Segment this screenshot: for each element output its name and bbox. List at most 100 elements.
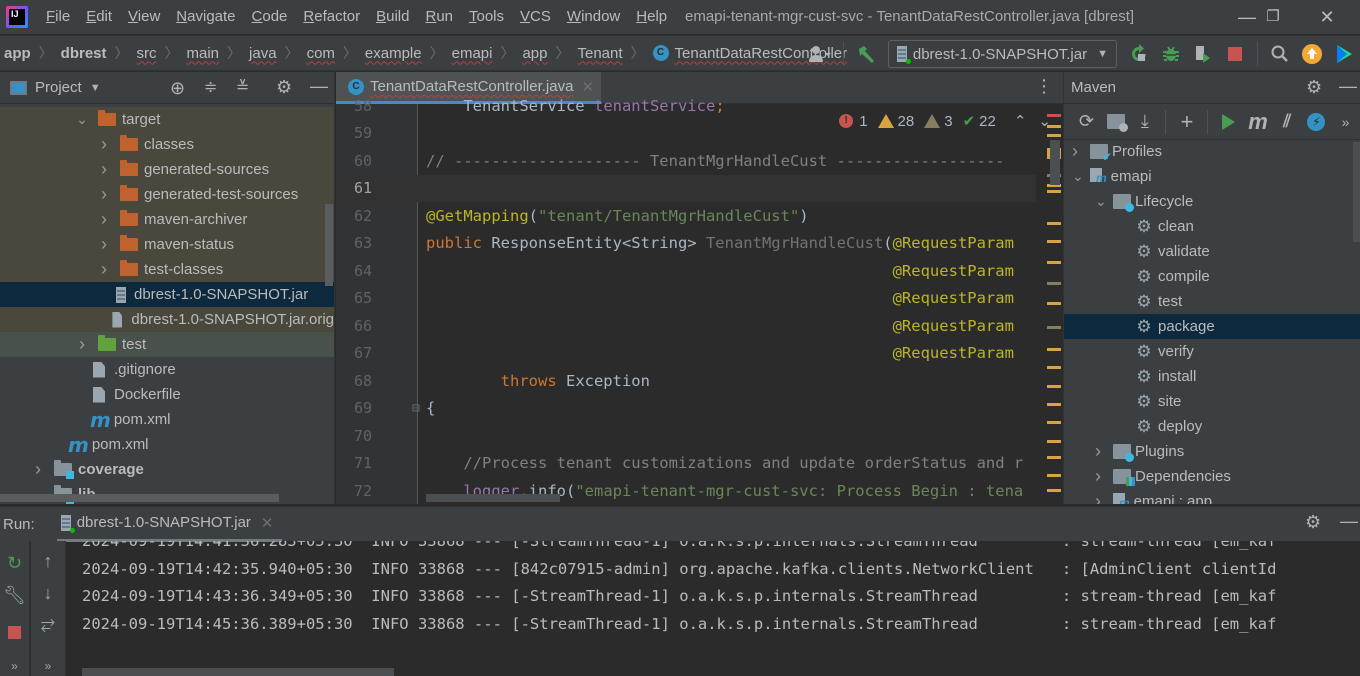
menu-view[interactable]: View xyxy=(120,0,168,34)
error-stripe-mark[interactable] xyxy=(1047,348,1061,352)
error-stripe-mark[interactable] xyxy=(1047,456,1061,460)
skip-tests-icon[interactable]: ⚡ xyxy=(1304,108,1329,136)
search-icon[interactable] xyxy=(1266,40,1294,68)
breadcrumb-item[interactable]: src xyxy=(137,45,157,62)
breadcrumb-item[interactable]: main xyxy=(187,45,220,62)
error-stripe-mark[interactable] xyxy=(1047,124,1061,128)
maven-tree-item[interactable]: › m emapi : app xyxy=(1064,489,1360,504)
menu-help[interactable]: Help xyxy=(628,0,675,34)
view-dropdown-icon[interactable]: ▼ xyxy=(90,82,101,94)
more-actions-icon[interactable]: » xyxy=(0,659,29,673)
tab-options-icon[interactable]: ⋮ xyxy=(1035,76,1053,97)
tree-item[interactable]: › classes xyxy=(0,132,334,157)
breadcrumb-item[interactable]: emapi xyxy=(452,45,493,62)
breadcrumb-item[interactable]: dbrest xyxy=(61,45,107,62)
project-vertical-scrollbar[interactable] xyxy=(325,204,333,286)
maven-tree-item[interactable]: ⚙ test xyxy=(1064,289,1360,314)
tree-item[interactable]: dbrest-1.0-SNAPSHOT.jar.orig xyxy=(0,307,334,332)
tree-item[interactable]: › test xyxy=(0,332,334,357)
code-area[interactable]: 58 TenantService tenantService; 59 60 // --… xyxy=(336,97,1063,504)
download-icon[interactable]: ⤓ xyxy=(1132,108,1157,136)
maven-tree-item[interactable]: ⚙ package xyxy=(1064,314,1360,339)
error-stripe-mark[interactable] xyxy=(1047,440,1061,443)
chevron-right-icon[interactable]: › xyxy=(96,259,112,280)
run-configuration-selector[interactable]: dbrest-1.0-SNAPSHOT.jar ▼ xyxy=(887,40,1117,68)
tree-item[interactable]: .gitignore xyxy=(0,357,334,382)
error-stripe-mark[interactable] xyxy=(1047,222,1061,226)
hide-panel-icon[interactable]: — xyxy=(1339,76,1357,97)
menu-navigate[interactable]: Navigate xyxy=(168,0,243,34)
error-stripe-mark[interactable] xyxy=(1047,403,1061,406)
menu-tools[interactable]: Tools xyxy=(461,0,512,34)
chevron-right-icon[interactable]: › xyxy=(1072,141,1090,162)
error-stripe-mark[interactable] xyxy=(1047,474,1061,478)
error-stripe-mark[interactable] xyxy=(1047,133,1061,137)
tree-item[interactable]: › maven-status xyxy=(0,232,334,257)
breadcrumb-item[interactable]: app xyxy=(522,45,547,62)
chevron-right-icon[interactable]: › xyxy=(96,159,112,180)
generate-sources-icon[interactable] xyxy=(1103,108,1128,136)
maven-vertical-scrollbar[interactable] xyxy=(1353,142,1360,242)
maven-tree-item[interactable]: ⚙ verify xyxy=(1064,339,1360,364)
error-stripe-mark[interactable] xyxy=(1047,385,1061,389)
maven-tree-item[interactable]: › Dependencies xyxy=(1064,464,1360,489)
maven-tree-item[interactable]: ⌄ Lifecycle xyxy=(1064,189,1360,214)
typo-count[interactable]: ✔ 22 xyxy=(963,112,996,131)
fold-marker-icon[interactable]: ⊟ xyxy=(412,401,420,416)
settings-gear-icon[interactable]: ⚙ xyxy=(1306,77,1322,98)
soft-wrap-icon[interactable]: ⥂ xyxy=(31,613,65,634)
project-horizontal-scrollbar[interactable] xyxy=(0,494,279,502)
breadcrumb-item[interactable]: app xyxy=(4,45,31,62)
menu-file[interactable]: File xyxy=(38,0,78,34)
execute-maven-goal-icon[interactable]: m xyxy=(1245,108,1270,136)
close-window-button[interactable]: ✕ xyxy=(1304,0,1350,34)
run-tab[interactable]: dbrest-1.0-SNAPSHOT.jar ✕ xyxy=(56,507,282,542)
menu-refactor[interactable]: Refactor xyxy=(295,0,368,34)
maven-tree-item[interactable]: › ✔ Profiles xyxy=(1064,139,1360,164)
error-stripe[interactable] xyxy=(1045,104,1063,504)
menu-vcs[interactable]: VCS xyxy=(512,0,559,34)
add-icon[interactable]: + xyxy=(1174,108,1199,136)
tree-item[interactable]: Dockerfile xyxy=(0,382,334,407)
chevron-right-icon[interactable]: › xyxy=(96,134,112,155)
error-stripe-mark[interactable] xyxy=(1047,260,1061,264)
build-hammer-icon[interactable] xyxy=(852,40,880,68)
breadcrumb-item[interactable]: example xyxy=(365,45,422,62)
chevron-right-icon[interactable]: › xyxy=(30,459,46,480)
menu-build[interactable]: Build xyxy=(368,0,417,34)
tree-item[interactable]: › coverage xyxy=(0,457,334,482)
settings-gear-icon[interactable]: ⚙ xyxy=(1305,512,1321,533)
chevron-down-icon[interactable]: ⌄ xyxy=(74,111,90,128)
error-stripe-mark[interactable] xyxy=(1047,240,1061,244)
breadcrumb-item[interactable]: com xyxy=(307,45,335,62)
tree-item[interactable]: › test-classes xyxy=(0,257,334,282)
console-horizontal-scrollbar[interactable] xyxy=(82,668,394,676)
chevron-right-icon[interactable]: › xyxy=(1095,466,1113,487)
debug-icon[interactable] xyxy=(1157,40,1185,68)
hide-panel-icon[interactable]: — xyxy=(1340,511,1358,532)
chevron-right-icon[interactable]: › xyxy=(96,209,112,230)
menu-run[interactable]: Run xyxy=(417,0,461,34)
scroll-down-arrow-icon[interactable]: ↓ xyxy=(31,583,65,604)
rerun-icon[interactable]: ↻ xyxy=(0,553,29,574)
breadcrumb-item[interactable]: Tenant xyxy=(578,45,623,62)
menu-window[interactable]: Window xyxy=(559,0,628,34)
maven-tree-item[interactable]: ⚙ install xyxy=(1064,364,1360,389)
maven-tree-item[interactable]: ⚙ clean xyxy=(1064,214,1360,239)
error-stripe-mark[interactable] xyxy=(1047,488,1061,492)
error-stripe-mark[interactable] xyxy=(1047,420,1061,424)
inspection-widget[interactable]: ! 1 28 3 ✔ 22 ⌃ ⌄ xyxy=(839,112,1051,130)
error-stripe-mark[interactable] xyxy=(1047,281,1061,285)
maven-tree-item[interactable]: › Plugins xyxy=(1064,439,1360,464)
console-output[interactable]: 2024-09-19T14:41:36.283+05:30 INFO 33868… xyxy=(82,541,1360,676)
hide-panel-icon[interactable]: — xyxy=(310,76,328,97)
tree-item[interactable]: › generated-sources xyxy=(0,157,334,182)
update-icon[interactable] xyxy=(1298,40,1326,68)
chevron-down-icon[interactable]: ⌄ xyxy=(1072,168,1090,185)
chevron-right-icon[interactable]: › xyxy=(1095,441,1113,462)
error-stripe-mark[interactable] xyxy=(1047,114,1061,118)
menu-edit[interactable]: Edit xyxy=(78,0,120,34)
error-count[interactable]: ! 1 xyxy=(839,113,868,130)
more-tools-icon[interactable]: » xyxy=(1333,108,1358,136)
rerun-icon[interactable] xyxy=(1125,40,1153,68)
